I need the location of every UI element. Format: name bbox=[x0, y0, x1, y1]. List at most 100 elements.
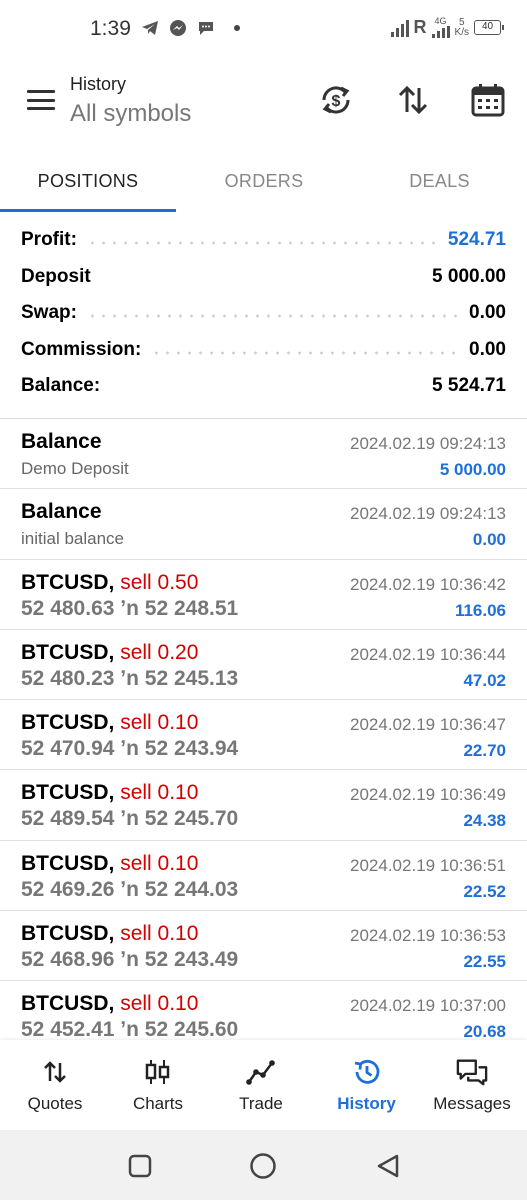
close-price: 52 245.13 bbox=[144, 666, 239, 690]
summary-profit-row: Profit: 524.71 bbox=[0, 222, 527, 259]
trade-row[interactable]: BTCUSD, sell 0.10 52 468.96 ʼn 52 243.49… bbox=[0, 911, 527, 982]
history-icon bbox=[354, 1059, 379, 1084]
list-item[interactable]: Balance Demo Deposit 2024.02.19 09:24:13… bbox=[0, 419, 527, 490]
status-time: 1:39 bbox=[90, 17, 131, 40]
trade-row[interactable]: BTCUSD, sell 0.20 52 480.23 ʼn 52 245.13… bbox=[0, 630, 527, 701]
trade-profit: 47.02 bbox=[463, 670, 506, 690]
open-price: 52 480.63 bbox=[21, 596, 115, 620]
trade-symbol: BTCUSD, bbox=[21, 851, 115, 875]
nav-label: Trade bbox=[239, 1094, 283, 1113]
nav-charts[interactable]: Charts bbox=[110, 1040, 206, 1130]
price-arrow: ʼn bbox=[120, 877, 139, 901]
recent-apps-button[interactable] bbox=[126, 1152, 154, 1180]
back-icon bbox=[377, 1154, 399, 1178]
messenger-icon bbox=[170, 20, 186, 36]
messages-icon bbox=[456, 1059, 488, 1086]
trade-side: sell 0.20 bbox=[120, 640, 199, 664]
nav-trade[interactable]: Trade bbox=[206, 1040, 316, 1130]
trade-symbol: BTCUSD, bbox=[21, 781, 115, 805]
tab-positions[interactable]: POSITIONS bbox=[0, 150, 176, 212]
trade-row[interactable]: BTCUSD, sell 0.10 52 470.94 ʼn 52 243.94… bbox=[0, 700, 527, 771]
trade-prices: 52 480.23 ʼn 52 245.13 bbox=[21, 667, 238, 691]
deposit-value: 5 000.00 bbox=[432, 265, 506, 287]
trade-prices: 52 469.26 ʼn 52 244.03 bbox=[21, 878, 238, 902]
trade-title: BTCUSD, sell 0.50 bbox=[21, 571, 198, 595]
price-arrow: ʼn bbox=[120, 666, 139, 690]
calendar-button[interactable] bbox=[468, 80, 508, 120]
currency-exchange-button[interactable]: $ bbox=[316, 80, 356, 120]
summary-label: Profit: bbox=[21, 229, 77, 251]
trade-side: sell 0.10 bbox=[120, 851, 199, 875]
trade-side: sell 0.10 bbox=[120, 992, 199, 1016]
trade-prices: 52 470.94 ʼn 52 243.94 bbox=[21, 737, 238, 761]
open-price: 52 452.41 bbox=[21, 1018, 115, 1042]
account-summary: Profit: 524.71 Deposit 5 000.00 Swap: 0.… bbox=[0, 222, 527, 405]
network-type: 4G bbox=[434, 16, 447, 26]
speed-unit: K/s bbox=[454, 26, 469, 38]
swap-value: 0.00 bbox=[469, 302, 506, 324]
symbol-filter[interactable]: All symbols bbox=[70, 100, 191, 128]
summary-deposit-row: Deposit 5 000.00 bbox=[0, 259, 527, 296]
summary-label: Commission: bbox=[21, 338, 142, 360]
trade-profit: 22.70 bbox=[463, 741, 506, 761]
trade-side: sell 0.50 bbox=[120, 570, 199, 594]
trade-title: BTCUSD, sell 0.10 bbox=[21, 781, 198, 805]
nav-quotes[interactable]: Quotes bbox=[0, 1040, 110, 1130]
trade-title: BTCUSD, sell 0.10 bbox=[21, 711, 198, 735]
nav-history[interactable]: History bbox=[316, 1040, 417, 1130]
summary-swap-row: Swap: 0.00 bbox=[0, 295, 527, 332]
tab-deals[interactable]: DEALS bbox=[352, 150, 527, 212]
entry-amount: 5 000.00 bbox=[439, 460, 506, 479]
trade-symbol: BTCUSD, bbox=[21, 640, 115, 664]
trade-row[interactable]: BTCUSD, sell 0.50 52 480.63 ʼn 52 248.51… bbox=[0, 560, 527, 630]
commission-value: 0.00 bbox=[469, 338, 506, 360]
battery-indicator: 40 bbox=[474, 20, 504, 35]
close-price: 52 245.70 bbox=[144, 807, 239, 831]
summary-label: Balance: bbox=[21, 375, 101, 397]
balance-value: 5 524.71 bbox=[432, 375, 506, 397]
more-notifications-dot bbox=[234, 25, 240, 31]
sort-button[interactable] bbox=[393, 80, 433, 120]
nav-label: Quotes bbox=[27, 1094, 83, 1113]
summary-commission-row: Commission: 0.00 bbox=[0, 332, 527, 369]
price-arrow: ʼn bbox=[120, 807, 139, 831]
signal-icon bbox=[390, 19, 409, 37]
nav-messages[interactable]: Messages bbox=[417, 1040, 527, 1130]
trade-title: BTCUSD, sell 0.10 bbox=[21, 992, 198, 1016]
entry-title: Balance bbox=[21, 430, 102, 453]
entry-detail: initial balance bbox=[21, 529, 125, 549]
trade-title: BTCUSD, sell 0.10 bbox=[21, 922, 198, 946]
charts-icon bbox=[145, 1060, 170, 1084]
list-item[interactable]: Balance initial balance 2024.02.19 09:24… bbox=[0, 489, 527, 560]
profit-value: 524.71 bbox=[447, 229, 506, 251]
trade-row[interactable]: BTCUSD, sell 0.10 52 489.54 ʼn 52 245.70… bbox=[0, 770, 527, 841]
menu-icon[interactable] bbox=[27, 90, 55, 110]
app-header: History All symbols $ bbox=[0, 60, 527, 150]
currency-sync-icon: $ bbox=[322, 86, 350, 114]
summary-label: Deposit bbox=[21, 265, 91, 287]
trade-symbol: BTCUSD, bbox=[21, 922, 115, 946]
dot-leader bbox=[86, 241, 438, 246]
entry-detail: Demo Deposit bbox=[21, 459, 129, 478]
entry-time: 2024.02.19 09:24:13 bbox=[350, 504, 506, 524]
telegram-icon bbox=[142, 21, 158, 35]
status-bar: 1:39 R 4G 5 K/s 40 bbox=[0, 0, 527, 60]
status-right: R 4G 5 K/s 40 bbox=[390, 16, 504, 38]
system-navigation-bar bbox=[0, 1130, 527, 1200]
close-price: 52 243.49 bbox=[144, 948, 239, 972]
back-button[interactable] bbox=[374, 1152, 402, 1180]
trade-profit: 22.55 bbox=[463, 952, 506, 972]
summary-label: Swap: bbox=[21, 302, 77, 324]
trade-prices: 52 468.96 ʼn 52 243.49 bbox=[21, 948, 238, 972]
trade-row[interactable]: BTCUSD, sell 0.10 52 469.26 ʼn 52 244.03… bbox=[0, 841, 527, 912]
tab-orders[interactable]: ORDERS bbox=[176, 150, 352, 212]
entry-time: 2024.02.19 09:24:13 bbox=[350, 434, 506, 453]
trade-profit: 116.06 bbox=[454, 600, 506, 620]
page-title: History bbox=[70, 74, 127, 94]
open-price: 52 489.54 bbox=[21, 807, 115, 831]
close-price: 52 245.60 bbox=[144, 1018, 239, 1042]
speed-value: 5 bbox=[458, 16, 465, 28]
home-button[interactable] bbox=[249, 1152, 277, 1180]
close-price: 52 244.03 bbox=[144, 877, 239, 901]
entry-amount: 0.00 bbox=[472, 530, 506, 550]
